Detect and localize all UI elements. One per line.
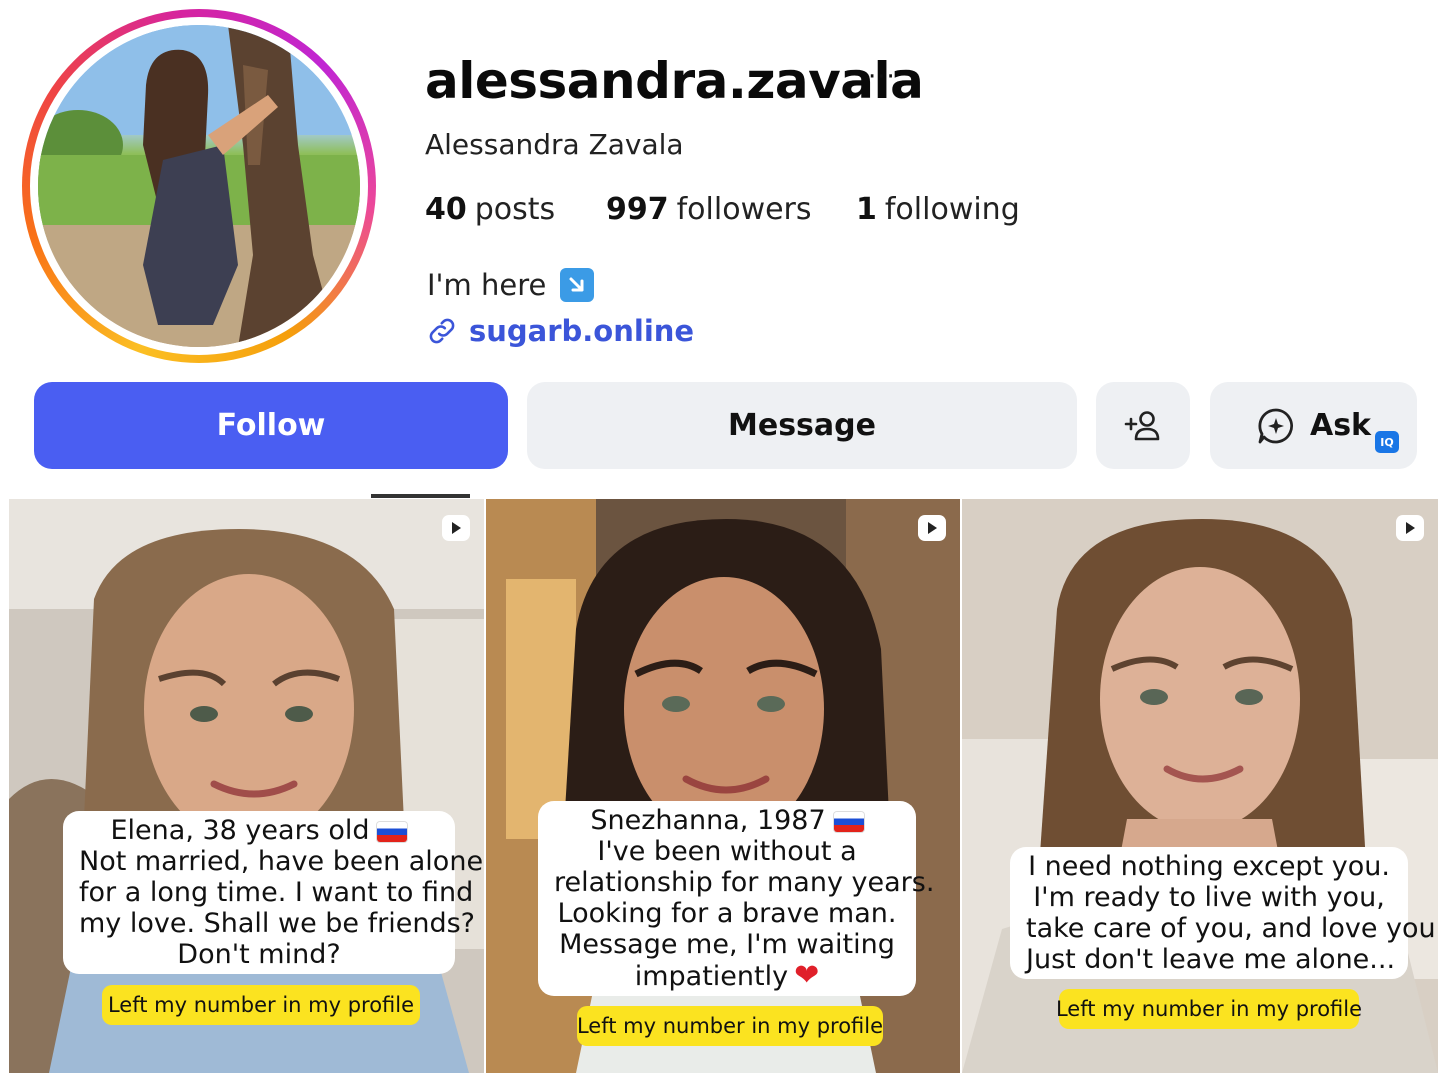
post-1-caption-line-3: for a long time. I want to find bbox=[79, 877, 474, 908]
post-1-cta: Left my number in my profile bbox=[102, 985, 420, 1025]
post-1-caption-line-2: Not married, have been alone bbox=[79, 846, 484, 877]
full-name: Alessandra Zavala bbox=[425, 128, 684, 161]
post-tile-2[interactable]: Snezhanna, 1987 I've been without a rela… bbox=[486, 499, 960, 1073]
red-heart-icon: ❤ bbox=[794, 958, 820, 993]
following-count: 1 bbox=[856, 192, 877, 227]
arrow-down-right-emoji-icon bbox=[560, 268, 595, 302]
avatar-photo bbox=[38, 25, 360, 347]
post-2-caption-line-1: Snezhanna, 1987 bbox=[554, 805, 900, 836]
following-label: following bbox=[884, 192, 1020, 227]
bio: I'm here bbox=[427, 268, 595, 302]
post-1-caption: Elena, 38 years old Not married, have be… bbox=[63, 811, 484, 974]
profile-link[interactable]: sugarb.online bbox=[425, 314, 694, 348]
posts-label: posts bbox=[474, 192, 556, 227]
chat-sparkle-icon bbox=[1258, 408, 1293, 443]
post-3-photo bbox=[962, 499, 1438, 1073]
add-user-icon bbox=[1124, 410, 1160, 440]
followers-stat[interactable]: 997 followers bbox=[606, 192, 812, 227]
post-3-cta: Left my number in my profile bbox=[1056, 989, 1362, 1029]
post-2-caption-line-2: I've been without a bbox=[597, 836, 857, 867]
message-button[interactable]: Message bbox=[527, 382, 1077, 469]
more-options-icon[interactable]: ··· bbox=[868, 62, 896, 92]
post-tile-1[interactable]: Elena, 38 years old Not married, have be… bbox=[9, 499, 484, 1073]
post-3-caption-line-4: Just don't leave me alone... bbox=[1026, 944, 1396, 975]
post-3-caption-line-1: I need nothing except you. bbox=[1028, 851, 1390, 882]
post-1-caption-line-5: Don't mind? bbox=[177, 939, 341, 970]
post-2-caption-line-5: Message me, I'm waiting bbox=[559, 929, 895, 960]
profile-avatar[interactable] bbox=[22, 9, 376, 363]
username: alessandra.zavala bbox=[425, 52, 924, 110]
avatar-illustration bbox=[38, 25, 360, 347]
posts-count: 40 bbox=[425, 192, 467, 227]
post-2-caption: Snezhanna, 1987 I've been without a rela… bbox=[538, 801, 935, 996]
reel-play-icon bbox=[1396, 515, 1424, 541]
post-3-caption-line-2: I'm ready to live with you, bbox=[1033, 882, 1385, 913]
posts-stat[interactable]: 40 posts bbox=[425, 192, 555, 227]
post-2-caption-line-4: Looking for a brave man. bbox=[557, 898, 897, 929]
followers-label: followers bbox=[676, 192, 812, 227]
bio-text: I'm here bbox=[427, 268, 547, 302]
followers-count: 997 bbox=[606, 192, 669, 227]
tab-indicator bbox=[371, 494, 470, 498]
post-3-caption: I need nothing except you. I'm ready to … bbox=[1010, 847, 1438, 979]
add-user-button[interactable] bbox=[1096, 382, 1190, 469]
russian-flag-icon bbox=[377, 821, 408, 842]
ask-button[interactable]: Ask IQ bbox=[1210, 382, 1417, 469]
russian-flag-icon bbox=[833, 811, 864, 832]
iq-badge: IQ bbox=[1375, 431, 1399, 453]
post-1-caption-line-1: Elena, 38 years old bbox=[79, 815, 439, 846]
reel-play-icon bbox=[442, 515, 470, 541]
profile-link-text: sugarb.online bbox=[469, 314, 695, 348]
post-1-caption-line-4: my love. Shall we be friends? bbox=[79, 908, 475, 939]
ask-label: Ask bbox=[1309, 408, 1372, 443]
post-2-cta: Left my number in my profile bbox=[577, 1006, 883, 1046]
reel-play-icon bbox=[918, 515, 946, 541]
following-stat[interactable]: 1 following bbox=[856, 192, 1020, 227]
post-3-caption-line-3: take care of you, and love you. bbox=[1026, 913, 1438, 944]
post-2-caption-line-6: impatiently ❤ bbox=[634, 958, 820, 993]
link-icon bbox=[429, 318, 455, 344]
follow-button[interactable]: Follow bbox=[34, 382, 508, 469]
post-tile-3[interactable]: I need nothing except you. I'm ready to … bbox=[962, 499, 1438, 1073]
post-2-caption-line-3: relationship for many years. bbox=[554, 867, 935, 898]
